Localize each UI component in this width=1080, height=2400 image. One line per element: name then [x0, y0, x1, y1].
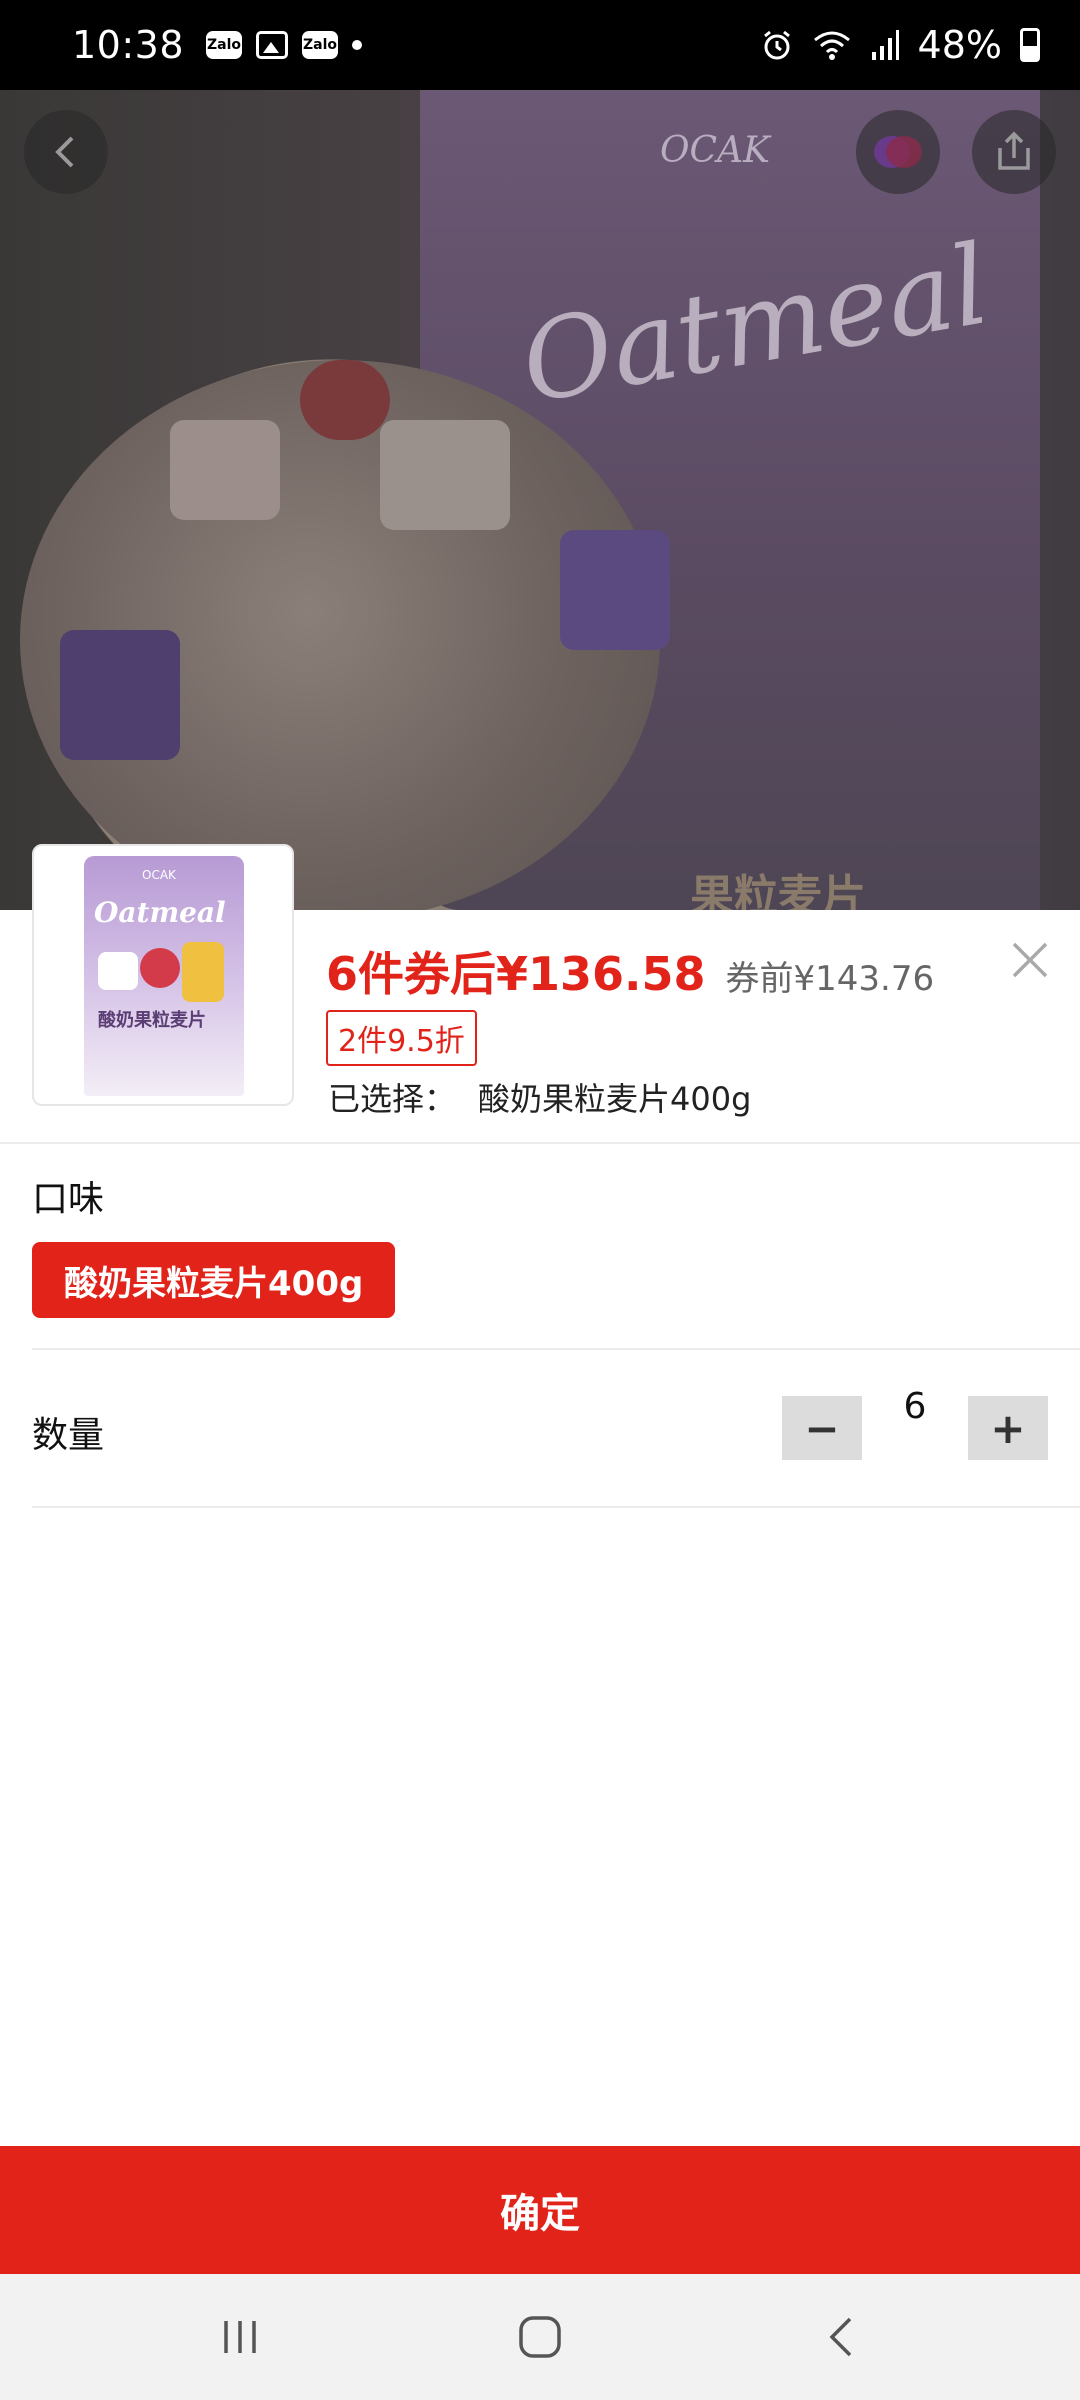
back-button[interactable]: [24, 110, 108, 194]
selected-summary: 已选择： 酸奶果粒麦片400g: [328, 1074, 751, 1120]
thumbnail-package: OCAK Oatmeal 酸奶果粒麦片: [84, 856, 244, 1096]
selected-value: 酸奶果粒麦片400g: [478, 1080, 752, 1118]
recents-icon: [224, 2321, 256, 2353]
thumbnail-fruit: [182, 942, 224, 1002]
gallery-icon: [256, 31, 289, 59]
zalo-icon: Zalo: [302, 31, 339, 59]
coupon-price: 6件券后¥136.58: [326, 947, 706, 1001]
flavor-label: 口味: [32, 1179, 105, 1220]
home-icon: [519, 2316, 561, 2358]
confirm-button[interactable]: 确定: [0, 2146, 1080, 2274]
hero-package-text: 果粒麦片: [690, 871, 866, 910]
share-icon: [998, 131, 1030, 170]
thumbnail-script: Oatmeal: [94, 896, 226, 929]
close-icon[interactable]: [1008, 938, 1052, 982]
product-thumbnail[interactable]: OCAK Oatmeal 酸奶果粒麦片: [32, 844, 294, 1106]
thumbnail-fruit: [98, 952, 138, 990]
dot-icon: [352, 40, 363, 50]
product-hero-image: OCAK Oatmeal 果粒麦片: [0, 90, 1080, 910]
thumbnail-product-name: 酸奶果粒麦片: [98, 1010, 206, 1031]
chat-icon: [874, 136, 922, 168]
battery-icon: [1020, 28, 1040, 62]
discount-badge: 2件9.5折: [326, 1010, 477, 1066]
back-icon: [55, 136, 74, 168]
flavor-option-yogurt-oatmeal[interactable]: 酸奶果粒麦片400g: [32, 1242, 396, 1318]
chat-button[interactable]: [856, 110, 940, 194]
divider: [0, 1142, 1080, 1144]
alarm-icon: [763, 30, 790, 60]
recents-button[interactable]: [210, 2310, 270, 2364]
hero-fruit: [300, 360, 390, 440]
quantity-increase-button[interactable]: +: [968, 1396, 1048, 1460]
hero-fruit: [170, 420, 280, 520]
quantity-value[interactable]: 6: [880, 1386, 950, 1427]
quantity-label: 数量: [32, 1415, 105, 1456]
selected-label: 已选择：: [328, 1080, 457, 1118]
hero-fruit: [60, 630, 180, 760]
signal-icon: [871, 30, 899, 60]
hero-fruit: [560, 530, 670, 650]
sku-selector-sheet: OCAK Oatmeal 酸奶果粒麦片 6件券后¥136.58 券前¥143.7…: [0, 844, 1080, 2147]
system-icons: 48%: [760, 23, 1040, 67]
notification-icons: Zalo Zalo: [206, 31, 363, 59]
wifi-icon: [813, 31, 850, 60]
hero-brand-text: OCAK: [660, 130, 770, 171]
quantity-decrease-button[interactable]: −: [782, 1396, 862, 1460]
thumbnail-brand: OCAK: [142, 868, 176, 882]
divider: [32, 1348, 1080, 1350]
divider: [32, 1506, 1080, 1508]
share-button[interactable]: [972, 110, 1056, 194]
thumbnail-fruit: [140, 948, 180, 988]
price-row: 6件券后¥136.58 券前¥143.76: [326, 938, 934, 1004]
status-time: 10:38: [72, 23, 185, 67]
zalo-icon: Zalo: [206, 31, 243, 59]
original-price: 券前¥143.76: [725, 959, 935, 999]
status-bar: 10:38 Zalo Zalo 48%: [0, 0, 1080, 90]
hero-fruit: [380, 420, 510, 530]
nav-back-button[interactable]: [812, 2310, 872, 2364]
battery-percent: 48%: [917, 23, 1002, 67]
home-button[interactable]: [510, 2310, 570, 2364]
back-nav-icon: [829, 2317, 852, 2357]
system-nav-bar: [0, 2274, 1080, 2400]
